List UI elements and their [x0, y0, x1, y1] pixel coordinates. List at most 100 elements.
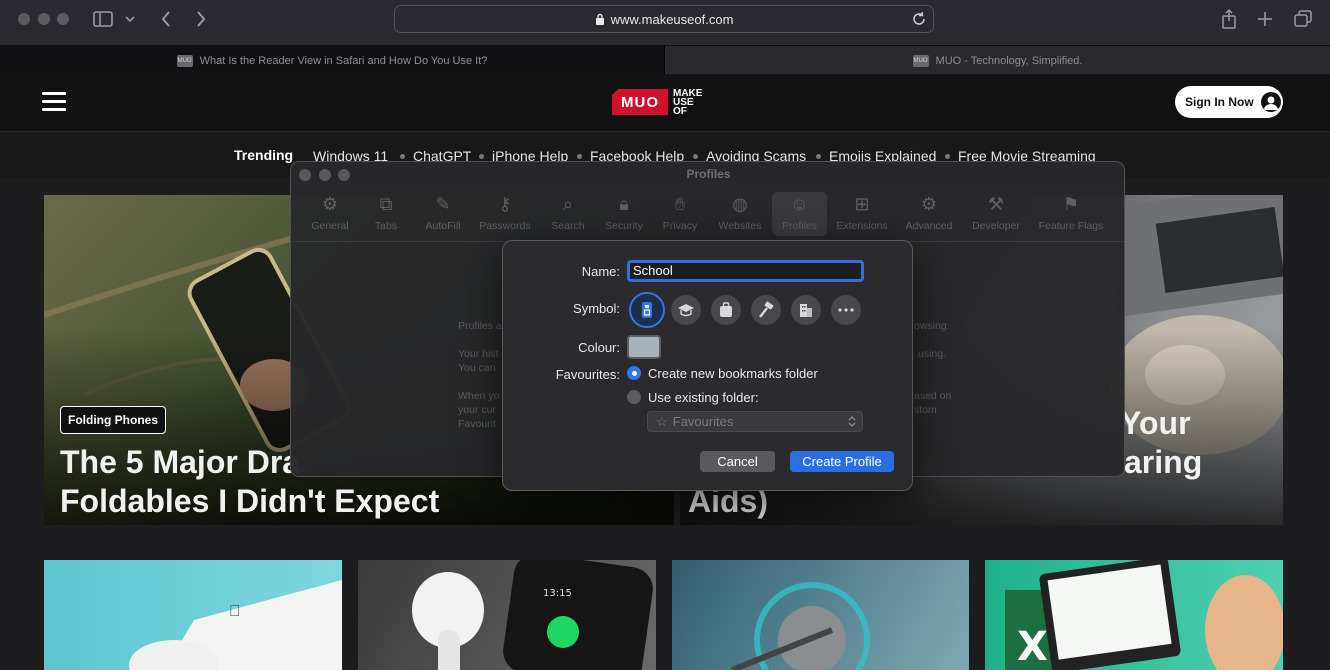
- profiles-description: Profiles a: [458, 319, 502, 333]
- folder-select-value: Favourites: [673, 414, 734, 429]
- globe-icon: ◍: [728, 192, 752, 216]
- symbol-label: Symbol:: [503, 301, 620, 316]
- tool-feature-flags[interactable]: ⚑Feature Flags: [1035, 192, 1107, 236]
- category-badge[interactable]: Folding Phones: [60, 406, 166, 434]
- tool-search[interactable]: ⌕Search: [537, 192, 599, 236]
- tab-reader-view[interactable]: MUO What Is the Reader View in Safari an…: [0, 46, 665, 75]
- separator-dot: [400, 154, 405, 159]
- article-card-image[interactable]: ⎕: [44, 560, 342, 670]
- more-icon[interactable]: [831, 295, 861, 325]
- tool-passwords[interactable]: ⚷Passwords: [474, 192, 536, 236]
- profiles-description: stom: [914, 403, 937, 417]
- site-header: MUO MAKE USE OF Sign In Now: [0, 74, 1330, 132]
- colour-picker-swatch[interactable]: [627, 335, 661, 359]
- tab-muo-home[interactable]: MUO MUO - Technology, Simplified.: [665, 46, 1330, 75]
- building-icon[interactable]: [791, 295, 821, 325]
- lock-icon: 🔒︎: [612, 192, 636, 216]
- existing-folder-select[interactable]: ☆ Favourites: [647, 411, 863, 432]
- tool-general[interactable]: ⚙General: [299, 192, 361, 236]
- profile-name-input[interactable]: School: [627, 260, 864, 282]
- close-window-button[interactable]: [18, 13, 30, 25]
- favicon-icon: MUO: [913, 55, 929, 67]
- profiles-description: your cur: [458, 403, 496, 417]
- back-icon[interactable]: [153, 8, 179, 30]
- share-icon[interactable]: [1216, 8, 1242, 30]
- autofill-icon: ✎: [431, 192, 455, 216]
- use-existing-folder-radio[interactable]: [627, 390, 641, 404]
- new-profile-dialog: Name: School Symbol: Colour: Favourites:…: [502, 240, 913, 491]
- user-avatar-icon: [1261, 92, 1281, 112]
- hand-icon: ✋︎: [668, 192, 692, 216]
- hero-headline-line2[interactable]: Foldables I Didn't Expect: [60, 482, 439, 521]
- chevron-down-icon[interactable]: [120, 8, 140, 30]
- trending-label: Trending: [234, 147, 293, 163]
- hero-headline-line1[interactable]: The 5 Major Dra: [60, 443, 300, 482]
- tool-privacy[interactable]: ✋︎Privacy: [649, 192, 711, 236]
- favourites-label: Favourites:: [503, 367, 620, 382]
- new-tab-icon[interactable]: [1252, 8, 1278, 30]
- browser-toolbar: www.makeuseof.com: [0, 0, 1330, 45]
- profiles-description: Favourit: [458, 417, 496, 431]
- search-icon: ⌕: [556, 192, 580, 216]
- profiles-description: You can: [458, 361, 496, 375]
- flags-icon: ⚑: [1059, 192, 1083, 216]
- key-icon: ⚷: [493, 192, 517, 216]
- briefcase-icon[interactable]: [711, 295, 741, 325]
- profiles-description: owsing.: [914, 319, 950, 333]
- puzzle-icon: ⊞: [850, 192, 874, 216]
- sign-in-button[interactable]: Sign In Now: [1175, 86, 1283, 118]
- tool-autofill[interactable]: ✎AutoFill: [412, 192, 474, 236]
- sign-in-label: Sign In Now: [1185, 95, 1254, 109]
- sidebar-toggle-icon[interactable]: [90, 8, 116, 30]
- tool-developer[interactable]: ⚒Developer: [965, 192, 1027, 236]
- create-profile-button[interactable]: Create Profile: [790, 451, 894, 472]
- tool-extensions[interactable]: ⊞Extensions: [831, 192, 893, 236]
- forward-icon[interactable]: [188, 8, 214, 30]
- separator-dot: [816, 154, 821, 159]
- url-text: www.makeuseof.com: [611, 12, 734, 27]
- hammer-icon[interactable]: [751, 295, 781, 325]
- lock-icon: [595, 13, 605, 25]
- hero-right-line1[interactable]: Your: [1120, 404, 1191, 443]
- graduation-cap-icon[interactable]: [671, 295, 701, 325]
- create-new-folder-label[interactable]: Create new bookmarks folder: [648, 366, 818, 381]
- tool-profiles[interactable]: ☺Profiles: [772, 192, 827, 236]
- tools-icon: ⚒: [984, 192, 1008, 216]
- svg-text:13:15: 13:15: [543, 588, 572, 599]
- tool-tabs[interactable]: ⧉Tabs: [355, 192, 417, 236]
- hamburger-menu-icon[interactable]: [42, 92, 66, 112]
- svg-text:⎕: ⎕: [230, 601, 240, 620]
- create-new-folder-radio[interactable]: [627, 366, 641, 380]
- reload-icon[interactable]: [911, 11, 927, 27]
- zoom-window-button[interactable]: [57, 13, 69, 25]
- separator-dot: [945, 154, 950, 159]
- cancel-button[interactable]: Cancel: [700, 451, 775, 472]
- tool-websites[interactable]: ◍Websites: [709, 192, 771, 236]
- separator-dot: [479, 154, 484, 159]
- name-label: Name:: [503, 264, 620, 279]
- tab-title: What Is the Reader View in Safari and Ho…: [200, 55, 488, 67]
- tab-title: MUO - Technology, Simplified.: [936, 55, 1083, 67]
- profiles-description: Your hist: [458, 347, 498, 361]
- person-icon: ☺: [788, 192, 812, 216]
- tab-overview-icon[interactable]: [1290, 8, 1316, 30]
- tool-advanced[interactable]: ⚙Advanced: [898, 192, 960, 236]
- address-bar[interactable]: www.makeuseof.com: [394, 5, 934, 33]
- article-card-image[interactable]: X: [985, 560, 1283, 670]
- minimize-window-button[interactable]: [38, 13, 50, 25]
- tabs-icon: ⧉: [374, 192, 398, 216]
- chevron-up-down-icon: [848, 415, 856, 428]
- article-card-image[interactable]: 13:15: [358, 560, 656, 670]
- logo-mark: MUO: [612, 89, 668, 115]
- profiles-description: ased on: [914, 389, 951, 403]
- use-existing-folder-label[interactable]: Use existing folder:: [648, 390, 759, 405]
- tool-security[interactable]: 🔒︎Security: [593, 192, 655, 236]
- separator-dot: [693, 154, 698, 159]
- site-logo[interactable]: MUO MAKE USE OF: [612, 84, 722, 120]
- gear-icon: ⚙: [318, 192, 342, 216]
- colour-label: Colour:: [503, 340, 620, 355]
- symbol-id-badge-selected[interactable]: [629, 292, 665, 328]
- hero-right-line2[interactable]: aring: [1124, 443, 1202, 482]
- article-card-image[interactable]: [672, 560, 969, 670]
- profiles-description: When yo: [458, 389, 499, 403]
